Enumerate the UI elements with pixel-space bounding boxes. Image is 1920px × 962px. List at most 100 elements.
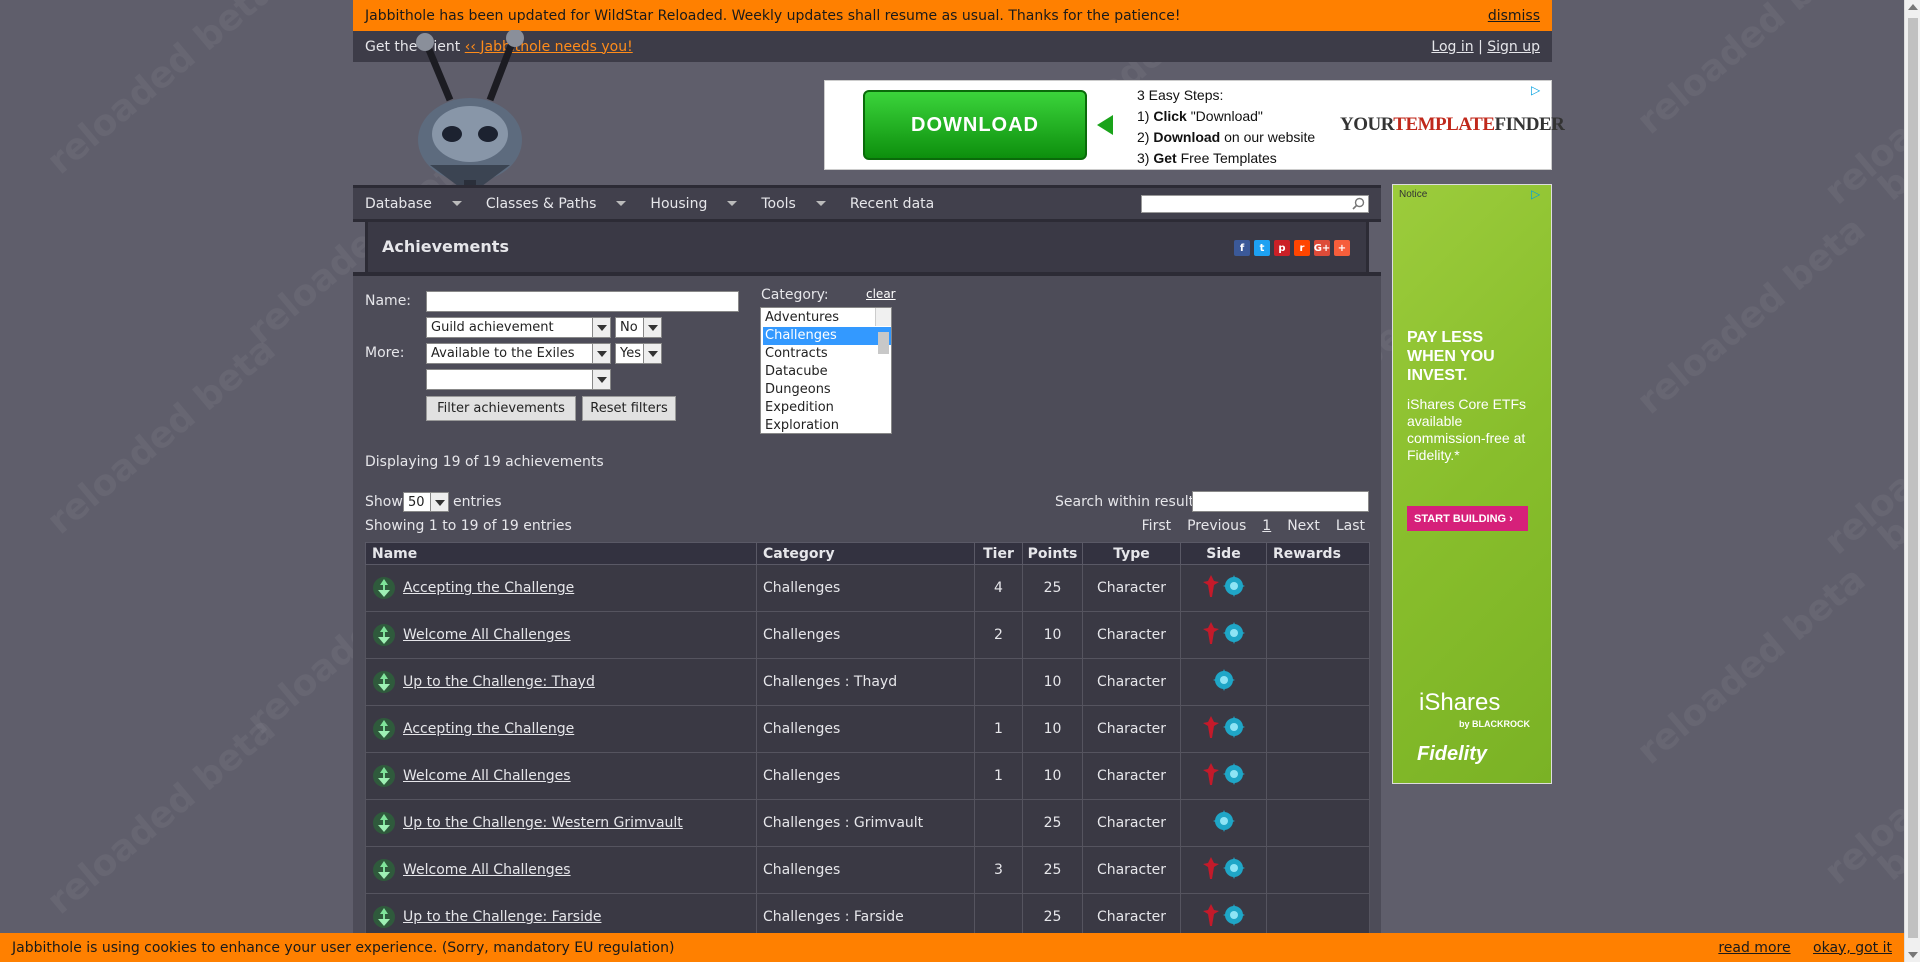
category-cell: Challenges: [756, 752, 975, 800]
achievement-link[interactable]: Welcome All Challenges: [403, 768, 571, 784]
exile-icon: [1222, 622, 1245, 644]
site-search-input[interactable]: [1141, 195, 1369, 213]
category-label: Category:: [761, 287, 829, 303]
side-cell: [1180, 846, 1267, 894]
rewards-cell: [1266, 564, 1370, 612]
category-option[interactable]: Dungeons: [763, 381, 891, 399]
google-plus-icon[interactable]: G+: [1314, 240, 1330, 256]
dismiss-link[interactable]: dismiss: [1488, 8, 1540, 24]
tier-cell: [974, 658, 1023, 706]
nav-classes-paths[interactable]: Classes & Paths: [474, 188, 639, 219]
achievement-filter-value-1[interactable]: No: [615, 317, 662, 338]
chevron-down-icon: [616, 201, 627, 206]
table-row: Accepting the Challenge Challenges 1 10 Char…: [365, 705, 1370, 753]
tier-cell: 3: [974, 846, 1023, 894]
achievement-name-cell: Welcome All Challenges: [365, 846, 757, 894]
watermark-text: reloaded beta: [39, 708, 284, 923]
side-cell: [1180, 658, 1267, 706]
name-input[interactable]: [426, 291, 739, 312]
col-tier-header[interactable]: Tier: [974, 542, 1023, 565]
nav-housing[interactable]: Housing: [638, 188, 749, 219]
adchoices-icon[interactable]: ▷: [1531, 83, 1545, 97]
category-option[interactable]: Exploration: [763, 417, 891, 433]
chevron-down-icon: [592, 318, 610, 337]
nav-database[interactable]: Database: [353, 188, 474, 219]
pinterest-icon[interactable]: p: [1274, 240, 1290, 256]
pager-next[interactable]: Next: [1287, 518, 1320, 534]
achievement-filter-value-2[interactable]: Yes: [615, 343, 662, 364]
category-cell: Challenges: [756, 705, 975, 753]
search-within-results-input[interactable]: [1192, 491, 1369, 512]
dominion-icon: [1202, 904, 1219, 926]
achievement-filter-select-2[interactable]: Available to the Exiles: [426, 343, 611, 364]
side-banner-ad[interactable]: Notice ▷ PAY LESS WHEN YOU INVEST. iShar…: [1392, 184, 1552, 784]
reddit-icon[interactable]: r: [1294, 240, 1310, 256]
exile-icon: [1222, 857, 1245, 879]
table-row: Accepting the Challenge Challenges 4 25 Char…: [365, 564, 1370, 612]
facebook-icon[interactable]: f: [1234, 240, 1250, 256]
col-category-header[interactable]: Category: [756, 542, 975, 565]
nav-tools[interactable]: Tools: [749, 188, 838, 219]
search-icon[interactable]: [1352, 197, 1365, 210]
col-side-header[interactable]: Side: [1180, 542, 1267, 565]
achievement-icon: [373, 859, 395, 881]
ad-blackrock-text: by BLACKROCK: [1459, 719, 1530, 729]
ad-start-building-button[interactable]: START BUILDING ›: [1407, 506, 1528, 531]
pager-first[interactable]: First: [1142, 518, 1171, 534]
col-name-header[interactable]: Name: [365, 542, 757, 565]
chevron-down-icon: [451, 201, 462, 206]
filter-achievements-button[interactable]: Filter achievements: [426, 396, 576, 421]
category-option[interactable]: Adventures: [763, 309, 891, 327]
achievement-filter-select-1[interactable]: Guild achievement: [426, 317, 611, 338]
login-link[interactable]: Log in: [1431, 39, 1473, 55]
ad-download-button[interactable]: DOWNLOAD: [863, 90, 1087, 160]
twitter-icon[interactable]: t: [1254, 240, 1270, 256]
more-share-icon[interactable]: +: [1334, 240, 1350, 256]
col-type-header[interactable]: Type: [1082, 542, 1181, 565]
category-option[interactable]: Datacube: [763, 363, 891, 381]
cookie-read-more-link[interactable]: read more: [1718, 940, 1790, 956]
achievement-link[interactable]: Accepting the Challenge: [403, 721, 574, 737]
category-option[interactable]: Expedition: [763, 399, 891, 417]
col-points-header[interactable]: Points: [1022, 542, 1083, 565]
points-cell: 10: [1022, 611, 1083, 659]
entries-per-page-select[interactable]: 50: [403, 492, 449, 512]
achievement-filter-select-3[interactable]: [426, 369, 611, 390]
achievement-link[interactable]: Up to the Challenge: Thayd: [403, 674, 595, 690]
category-cell: Challenges: [756, 564, 975, 612]
achievement-link[interactable]: Accepting the Challenge: [403, 580, 574, 596]
scrollbar-thumb[interactable]: [1908, 18, 1918, 938]
exile-icon: [1222, 716, 1245, 738]
clear-category-link[interactable]: clear: [866, 287, 896, 301]
achievement-link[interactable]: Welcome All Challenges: [403, 862, 571, 878]
scroll-down-icon[interactable]: [1908, 952, 1918, 958]
tier-cell: 2: [974, 611, 1023, 659]
side-cell: [1180, 705, 1267, 753]
type-cell: Character: [1082, 564, 1181, 612]
pager-page-1[interactable]: 1: [1262, 518, 1271, 534]
category-option[interactable]: Challenges: [763, 327, 891, 345]
scroll-up-icon[interactable]: [1908, 4, 1918, 10]
cookie-text: Jabbithole is using cookies to enhance y…: [12, 939, 675, 956]
category-option[interactable]: Contracts: [763, 345, 891, 363]
exile-icon: [1222, 575, 1245, 597]
pager-previous[interactable]: Previous: [1187, 518, 1246, 534]
type-cell: Character: [1082, 705, 1181, 753]
nav-recent-data[interactable]: Recent data: [838, 188, 946, 219]
pager-last[interactable]: Last: [1336, 518, 1365, 534]
reset-filters-button[interactable]: Reset filters: [582, 396, 676, 421]
signup-link[interactable]: Sign up: [1487, 39, 1540, 55]
listbox-scrollbar[interactable]: [875, 308, 891, 354]
adchoices-icon[interactable]: ▷: [1531, 187, 1545, 201]
achievement-link[interactable]: Welcome All Challenges: [403, 627, 571, 643]
achievement-link[interactable]: Up to the Challenge: Farside: [403, 909, 601, 925]
cookie-accept-link[interactable]: okay, got it: [1813, 940, 1892, 956]
rewards-cell: [1266, 846, 1370, 894]
category-listbox[interactable]: Adventures Challenges Contracts Datacube Dun…: [760, 307, 892, 434]
top-banner-ad[interactable]: DOWNLOAD 3 Easy Steps: 1) Click "Downloa…: [824, 80, 1565, 170]
page-scrollbar[interactable]: [1904, 0, 1920, 962]
watermark-text: reloaded beta: [1629, 0, 1874, 143]
search-within-label: Search within results:: [1055, 494, 1207, 510]
col-rewards-header[interactable]: Rewards: [1266, 542, 1370, 565]
achievement-link[interactable]: Up to the Challenge: Western Grimvault: [403, 815, 683, 831]
